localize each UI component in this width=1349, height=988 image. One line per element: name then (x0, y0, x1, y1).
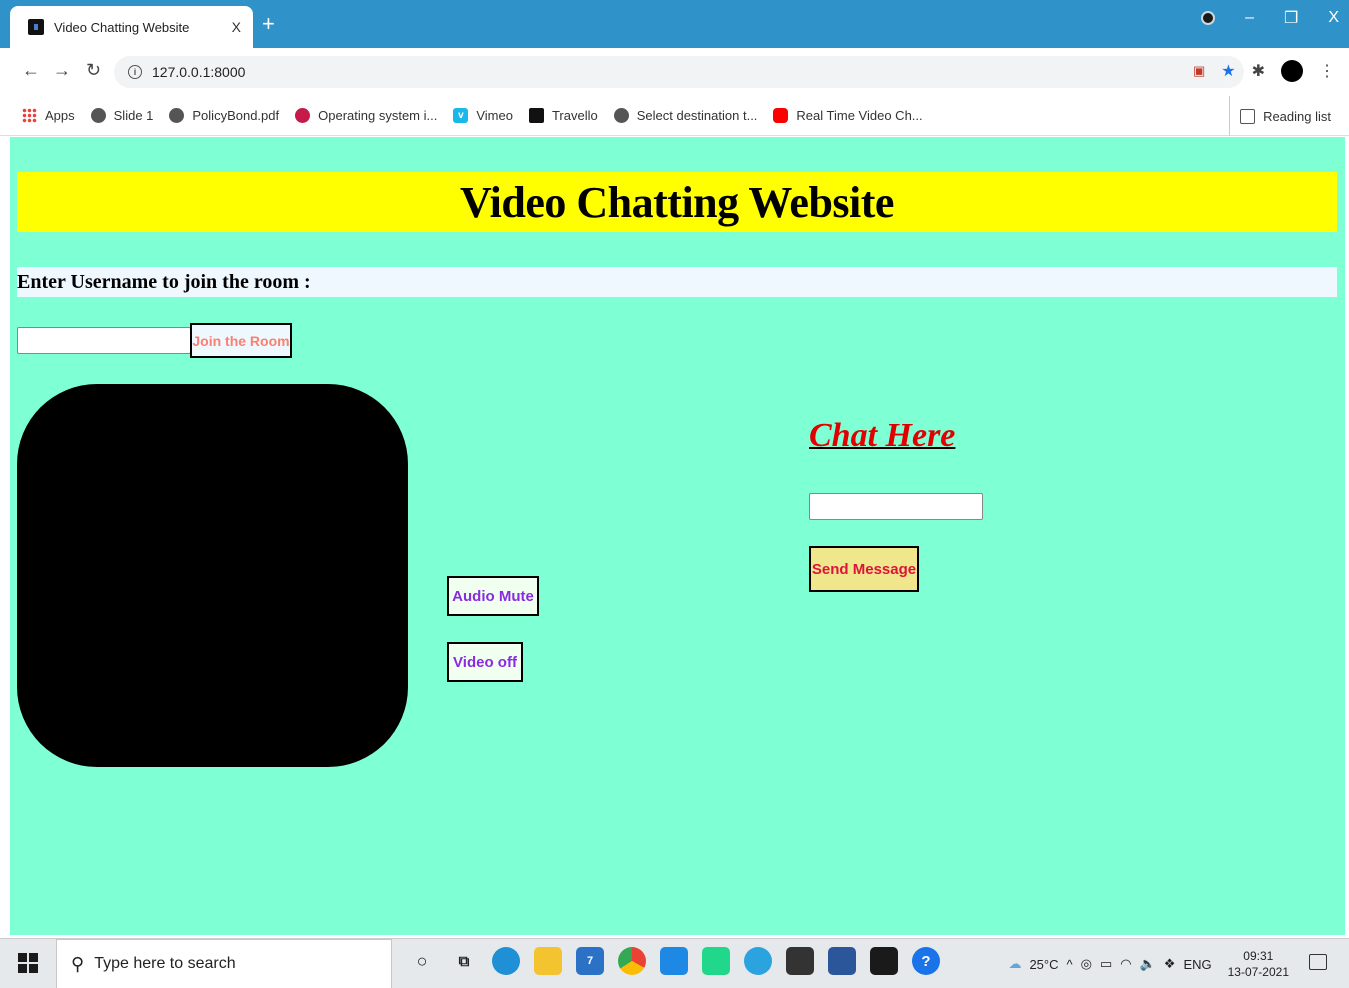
chrome-icon[interactable] (618, 947, 646, 975)
language-text[interactable]: ENG (1183, 957, 1211, 972)
clock-date: 13-07-2021 (1227, 965, 1289, 979)
username-label: Enter Username to join the room : (17, 270, 311, 293)
globe-icon (169, 108, 185, 123)
tab-close-icon[interactable]: X (232, 19, 241, 35)
reading-list-button[interactable]: Reading list (1229, 96, 1331, 136)
bookmarks-bar: Apps Slide 1 PolicyBond.pdf Operating sy… (0, 96, 1349, 136)
windows-start-icon[interactable] (18, 953, 38, 973)
bookmark-select-destination[interactable]: Select destination t... (613, 108, 757, 123)
bookmark-star-icon[interactable]: ★ (1221, 61, 1235, 81)
wifi-icon[interactable]: ◠ (1120, 956, 1131, 972)
bookmark-apps[interactable]: Apps (22, 108, 75, 123)
terminal-icon[interactable] (870, 947, 898, 975)
temperature-text[interactable]: 25°C (1029, 957, 1058, 972)
notification-center-icon[interactable] (1309, 954, 1327, 970)
extensions-puzzle-icon[interactable]: ✱ (1252, 61, 1265, 81)
bookmark-travello[interactable]: Travello (528, 108, 598, 123)
battery-icon[interactable]: ▭ (1100, 956, 1112, 972)
store-icon[interactable] (786, 947, 814, 975)
telegram-icon[interactable] (744, 947, 772, 975)
system-tray: ☁ 25°C ^ ◎ ▭ ◠ 🔈 ❖ ENG 09:31 13-07-2021 (1008, 939, 1289, 988)
close-window-button[interactable]: X (1328, 9, 1339, 27)
edge-icon[interactable] (492, 947, 520, 975)
reading-list-icon (1240, 108, 1256, 124)
tab-favicon-icon (28, 19, 44, 35)
weather-icon[interactable]: ☁ (1008, 956, 1021, 972)
clock[interactable]: 09:31 13-07-2021 (1228, 948, 1289, 980)
window-controls: – ❐ X (1201, 8, 1339, 28)
dropbox-icon[interactable]: ❖ (1164, 956, 1176, 972)
taskbar-search-box[interactable]: ⚲ Type here to search (56, 939, 392, 988)
minimize-button[interactable]: – (1245, 9, 1254, 27)
browser-titlebar: Video Chatting Website X + – ❐ X (0, 0, 1349, 48)
bookmark-real-time-video[interactable]: Real Time Video Ch... (773, 108, 923, 123)
tray-chevron-up-icon[interactable]: ^ (1067, 957, 1073, 972)
clock-time: 09:31 (1243, 949, 1274, 963)
header-banner: Video Chatting Website (17, 172, 1337, 232)
profile-avatar-icon[interactable] (1281, 60, 1303, 82)
file-explorer-icon[interactable] (534, 947, 562, 975)
local-video (17, 384, 408, 767)
new-tab-button[interactable]: + (262, 12, 275, 36)
restore-button[interactable]: ❐ (1284, 8, 1298, 28)
vimeo-icon: v (453, 108, 469, 123)
menu-kebab-icon[interactable]: ⋮ (1319, 61, 1335, 81)
globe-icon (613, 108, 629, 123)
tab-title: Video Chatting Website (54, 19, 190, 35)
network-icon[interactable]: ◎ (1081, 956, 1092, 972)
cortana-icon[interactable]: ○ (408, 947, 436, 975)
task-view-icon[interactable]: ⧉ (450, 947, 478, 975)
chat-heading: Chat Here (809, 417, 956, 454)
taskbar-apps: ○ ⧉ 7 ? (408, 947, 940, 975)
pycharm-icon[interactable] (702, 947, 730, 975)
url-text: 127.0.0.1:8000 (152, 64, 246, 80)
bookmark-operating-system[interactable]: Operating system i... (295, 108, 437, 123)
browser-tab[interactable]: Video Chatting Website X (10, 6, 253, 48)
search-icon: ⚲ (71, 953, 85, 974)
send-message-button[interactable]: Send Message (809, 546, 919, 592)
browser-toolbar: ← → ↻ i 127.0.0.1:8000 ▣ ★ ✱ ⋮ (0, 48, 1349, 96)
site-info-icon[interactable]: i (128, 65, 142, 79)
chat-message-input[interactable] (809, 493, 983, 520)
search-placeholder: Type here to search (94, 955, 236, 972)
youtube-icon (773, 108, 789, 123)
reload-icon[interactable]: ↻ (86, 60, 101, 81)
volume-icon[interactable]: 🔈 (1140, 956, 1156, 972)
video-off-button[interactable]: Video off (447, 642, 523, 682)
help-icon[interactable]: ? (912, 947, 940, 975)
join-room-button[interactable]: Join the Room (190, 323, 292, 358)
page-title: Video Chatting Website (460, 177, 894, 227)
apps-grid-icon (22, 108, 37, 123)
username-section: Enter Username to join the room : (17, 267, 1337, 297)
page-viewport: Video Chatting Website Enter Username to… (10, 137, 1345, 935)
raspberry-icon (295, 108, 311, 123)
address-bar[interactable]: i 127.0.0.1:8000 (114, 56, 1244, 88)
username-input[interactable] (17, 327, 191, 354)
travello-icon (528, 108, 544, 123)
globe-icon (90, 108, 106, 123)
word-icon[interactable] (828, 947, 856, 975)
forward-arrow-icon[interactable]: → (53, 60, 71, 81)
vscode-icon[interactable] (660, 947, 688, 975)
mail-icon[interactable]: 7 (576, 947, 604, 975)
site-settings-icon[interactable]: ▣ (1193, 63, 1205, 79)
bookmark-slide-1[interactable]: Slide 1 (90, 108, 153, 123)
chrome-profile-icon[interactable] (1201, 11, 1216, 25)
toolbar-right: ▣ ★ ✱ ⋮ (1193, 60, 1335, 82)
windows-taskbar: ⚲ Type here to search ○ ⧉ 7 ? ☁ 25°C ^ ◎… (0, 938, 1349, 988)
bookmark-vimeo[interactable]: v Vimeo (453, 108, 513, 123)
bookmark-policybond[interactable]: PolicyBond.pdf (169, 108, 279, 123)
back-arrow-icon[interactable]: ← (22, 60, 40, 81)
audio-mute-button[interactable]: Audio Mute (447, 576, 539, 616)
